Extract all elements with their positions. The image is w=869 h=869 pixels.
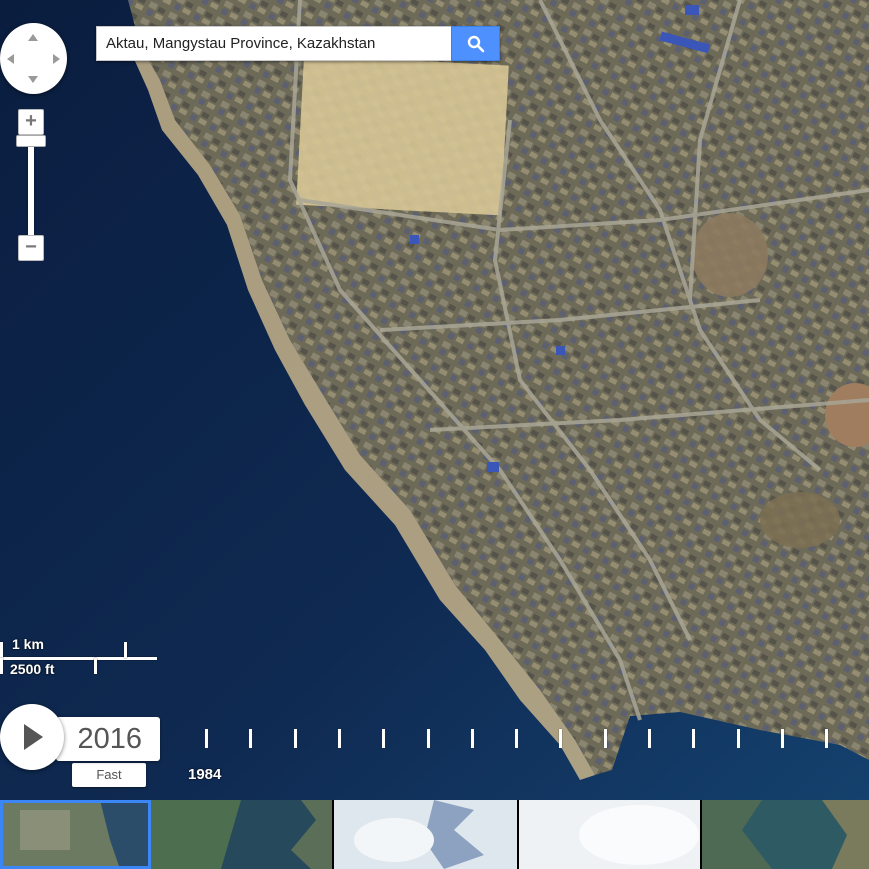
scale-tick [124, 642, 127, 658]
scale-tick [94, 658, 97, 674]
search-box [96, 26, 500, 61]
timeline-tick[interactable] [205, 729, 208, 748]
pan-down-icon[interactable] [28, 76, 38, 83]
thumbnail-image [334, 800, 517, 869]
speed-button[interactable]: Fast [72, 763, 146, 787]
scale-bar: 1 km 2500 ft [0, 636, 160, 680]
timeline-tick[interactable] [692, 729, 696, 748]
thumbnail-aktau[interactable] [0, 800, 151, 869]
search-icon [467, 35, 484, 52]
thumbnail-image [151, 800, 332, 869]
pan-right-icon[interactable] [53, 54, 60, 64]
thumbnail-coast[interactable] [151, 800, 334, 869]
pan-left-icon[interactable] [7, 54, 14, 64]
timeline-tick[interactable] [426, 729, 430, 748]
search-button[interactable] [451, 26, 500, 61]
timeline-tick[interactable] [337, 729, 341, 748]
search-input[interactable] [96, 26, 451, 61]
thumbnail-snow-1[interactable] [334, 800, 519, 869]
timeline-tick[interactable] [736, 729, 740, 748]
zoom-in-button[interactable]: + [18, 109, 44, 135]
location-thumbnails [0, 800, 869, 869]
timeline-tick[interactable] [825, 729, 829, 748]
pan-control[interactable] [0, 23, 67, 94]
thumbnail-image [0, 800, 149, 869]
zoom-slider-thumb[interactable] [16, 135, 46, 147]
timeline-tick[interactable] [515, 729, 519, 748]
current-year: 2016 [56, 717, 160, 761]
satellite-map[interactable] [0, 0, 869, 800]
scale-tick [0, 658, 3, 674]
thumbnail-snow-2[interactable] [519, 800, 702, 869]
scale-line [0, 657, 157, 660]
zoom-slider-track[interactable] [28, 147, 34, 239]
timeline-tick[interactable] [470, 729, 474, 748]
thumbnail-image [519, 800, 700, 869]
play-icon [24, 724, 43, 750]
scale-metric-label: 1 km [12, 636, 44, 652]
timeline-tick[interactable] [603, 729, 607, 748]
zoom-out-button[interactable]: − [18, 235, 44, 261]
thumbnail-delta[interactable] [702, 800, 869, 869]
timeline-start-year: 1984 [188, 766, 222, 783]
timeline-tick[interactable] [249, 729, 253, 748]
timeline-tick[interactable] [559, 729, 563, 748]
scale-imperial-label: 2500 ft [10, 661, 55, 677]
scale-tick [0, 642, 3, 658]
pan-up-icon[interactable] [28, 34, 38, 41]
play-button[interactable] [0, 704, 64, 770]
timeline-tick[interactable] [780, 729, 784, 748]
timeline-tick[interactable] [648, 729, 651, 748]
timeline-tick[interactable] [293, 729, 297, 748]
thumbnail-image [702, 800, 869, 869]
map-imagery [0, 0, 869, 800]
timeline-tick[interactable] [382, 729, 386, 748]
